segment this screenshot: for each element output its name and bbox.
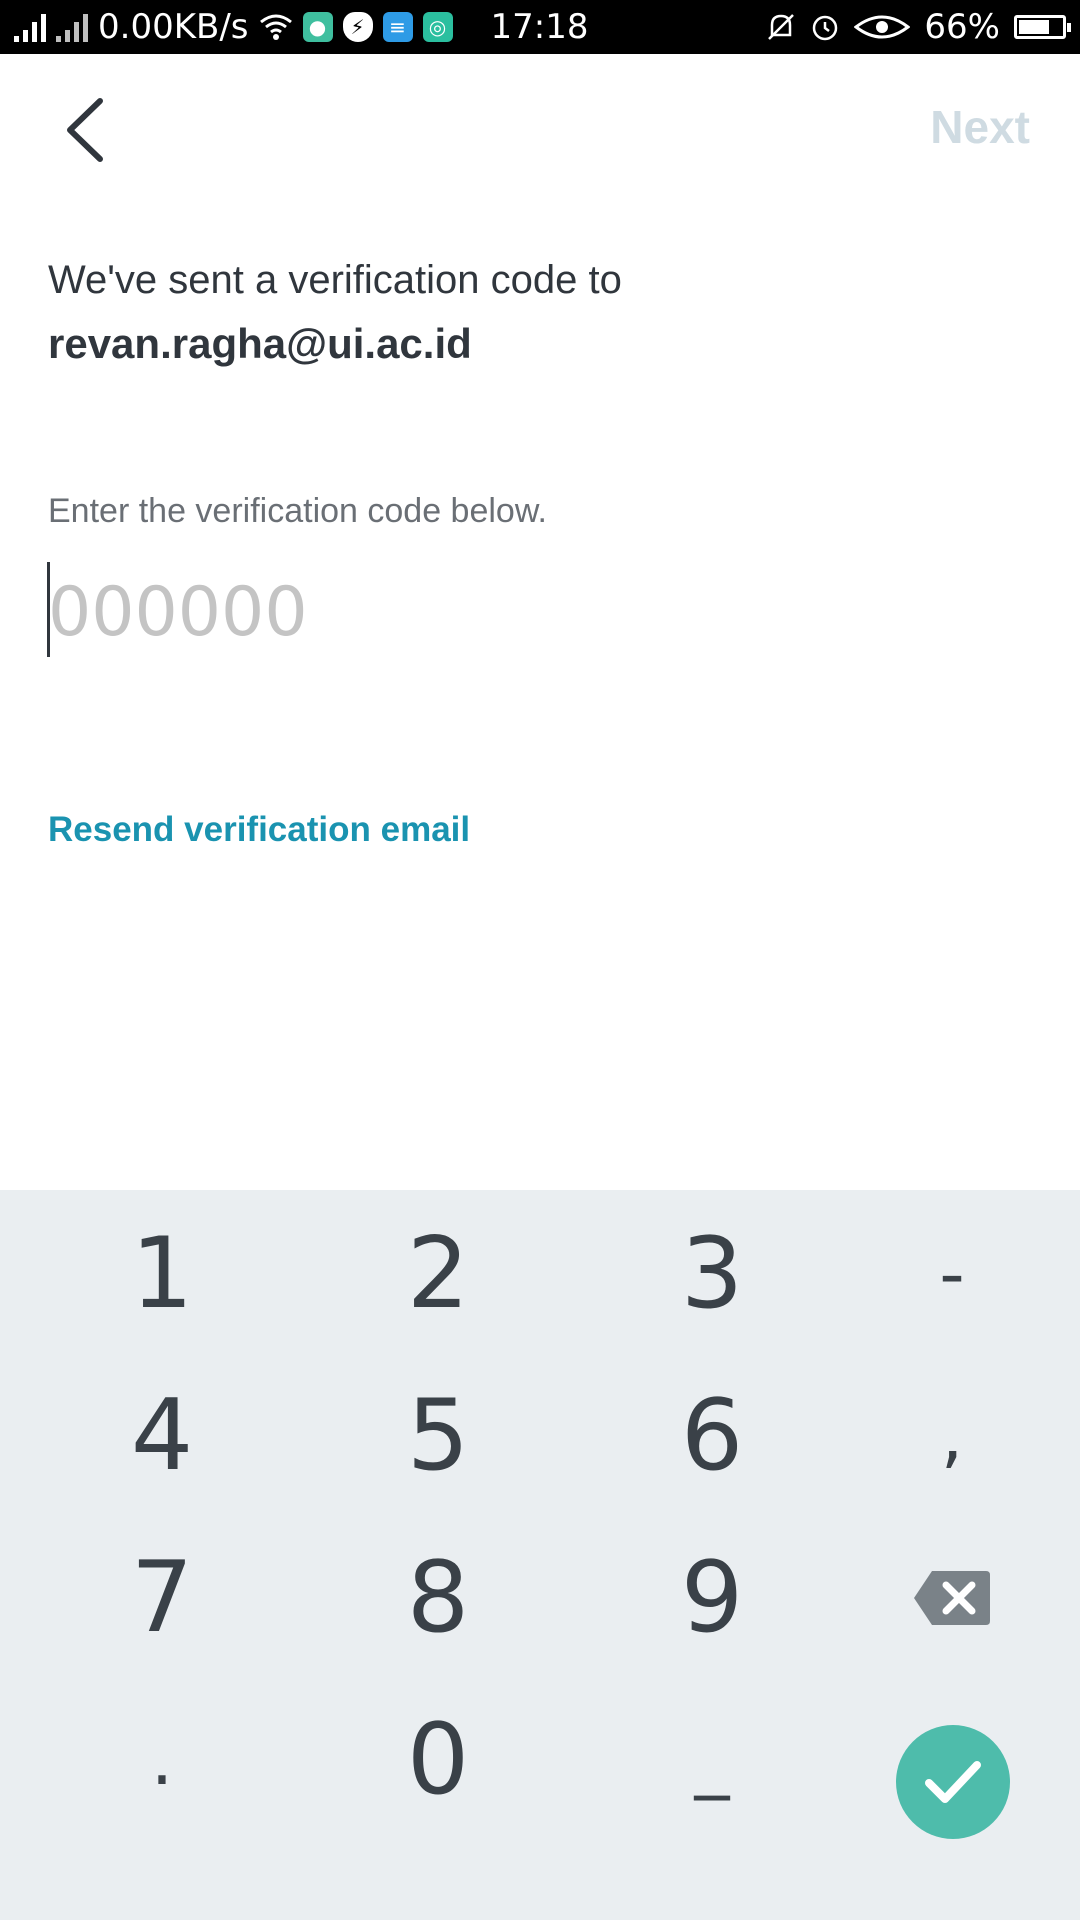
key-4[interactable]: 4 [62, 1366, 262, 1506]
chevron-left-icon [67, 98, 103, 162]
network-speed: 0.00KB/s [98, 7, 249, 47]
key-comma[interactable]: , [852, 1366, 1052, 1506]
code-instruction: Enter the verification code below. [48, 492, 547, 530]
eye-icon [854, 15, 911, 39]
key-underscore[interactable]: _ [612, 1690, 812, 1830]
back-button[interactable] [58, 95, 118, 165]
key-8[interactable]: 8 [338, 1528, 538, 1668]
key-3[interactable]: 3 [612, 1204, 812, 1344]
key-1[interactable]: 1 [62, 1204, 262, 1344]
key-dot[interactable]: . [62, 1690, 262, 1830]
key-9[interactable]: 9 [612, 1528, 812, 1668]
signal-icon [14, 12, 46, 42]
key-2[interactable]: 2 [338, 1204, 538, 1344]
checkmark-icon [925, 1761, 981, 1803]
backspace-key[interactable] [852, 1528, 1052, 1668]
app-notification-icon: ● [302, 12, 333, 42]
verification-code-input[interactable] [48, 565, 1028, 660]
key-7[interactable]: 7 [62, 1528, 262, 1668]
wifi-icon [259, 14, 292, 40]
key-minus[interactable]: - [852, 1204, 1052, 1344]
signal-2-icon [56, 12, 88, 42]
battery-icon [1014, 15, 1071, 39]
status-bar: 0.00KB/s ● ⚡ ≡ ◎ 17:18 66% [0, 0, 1080, 54]
text-cursor [47, 562, 50, 657]
resend-email-link[interactable]: Resend verification email [48, 810, 470, 850]
sent-message: We've sent a verification code to [48, 258, 622, 302]
shield-icon: ⚡ [342, 12, 373, 42]
key-6[interactable]: 6 [612, 1366, 812, 1506]
email-address: revan.ragha@ui.ac.id [48, 320, 472, 367]
mute-bell-icon [768, 14, 795, 40]
key-0[interactable]: 0 [338, 1690, 538, 1830]
backspace-icon [914, 1571, 990, 1625]
message-icon: ≡ [382, 12, 413, 42]
next-button[interactable]: Next [930, 100, 1030, 154]
confirm-button[interactable] [896, 1725, 1010, 1839]
battery-percent: 66% [924, 7, 1000, 47]
timer-app-icon: ◎ [422, 12, 453, 42]
key-5[interactable]: 5 [338, 1366, 538, 1506]
clock: 17:18 [490, 7, 589, 47]
alarm-icon [813, 15, 838, 41]
